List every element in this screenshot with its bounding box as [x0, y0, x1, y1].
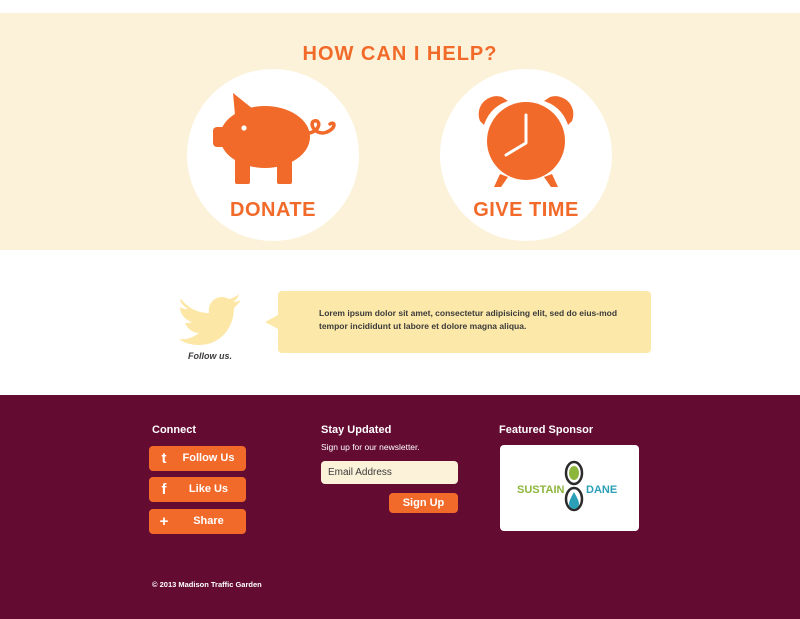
twitter-section: Follow us. Lorem ipsum dolor sit amet, c… [0, 250, 800, 395]
follow-us-label: Follow Us [182, 452, 235, 464]
copyright: © 2013 Madison Traffic Garden [152, 580, 262, 589]
like-us-label: Like Us [188, 483, 229, 495]
tweet-text: Lorem ipsum dolor sit amet, consectetur … [319, 308, 618, 331]
facebook-icon: f [161, 481, 167, 498]
plus-icon: + [159, 513, 169, 530]
like-us-button[interactable]: f Like Us [149, 477, 246, 502]
footer: Connect t Follow Us f Like Us + Share St… [0, 395, 800, 619]
logo-sustain-text: SUSTAIN [517, 484, 565, 496]
newsletter-description: Sign up for our newsletter. [321, 442, 420, 452]
follow-us-button[interactable]: t Follow Us [149, 446, 246, 471]
help-title: HOW CAN I HELP? [302, 43, 498, 65]
sign-up-button[interactable]: Sign Up [389, 493, 458, 513]
share-button[interactable]: + Share [149, 509, 246, 534]
follow-caption: Follow us. [188, 351, 232, 361]
email-input[interactable] [321, 461, 458, 484]
logo-dane-text: DANE [586, 484, 617, 496]
sponsor-logo[interactable]: SUSTAIN DANE [500, 445, 639, 531]
twitter-icon: t [161, 450, 167, 467]
tweet-bubble: Lorem ipsum dolor sit amet, consectetur … [265, 291, 651, 353]
help-section: HOW CAN I HELP? DONATE GIVE TIME [0, 13, 800, 250]
donate-button[interactable]: DONATE [187, 69, 359, 241]
twitter-bird-icon[interactable] [177, 291, 243, 347]
connect-title: Connect [152, 424, 196, 436]
share-label: Share [193, 515, 224, 527]
give-time-button[interactable]: GIVE TIME [440, 69, 612, 241]
sponsor-title: Featured Sponsor [499, 424, 594, 436]
sustain-dane-logo: SUSTAIN DANE [517, 460, 617, 512]
newsletter-title: Stay Updated [321, 424, 392, 436]
give-time-label: GIVE TIME [473, 199, 579, 221]
donate-label: DONATE [230, 199, 316, 221]
